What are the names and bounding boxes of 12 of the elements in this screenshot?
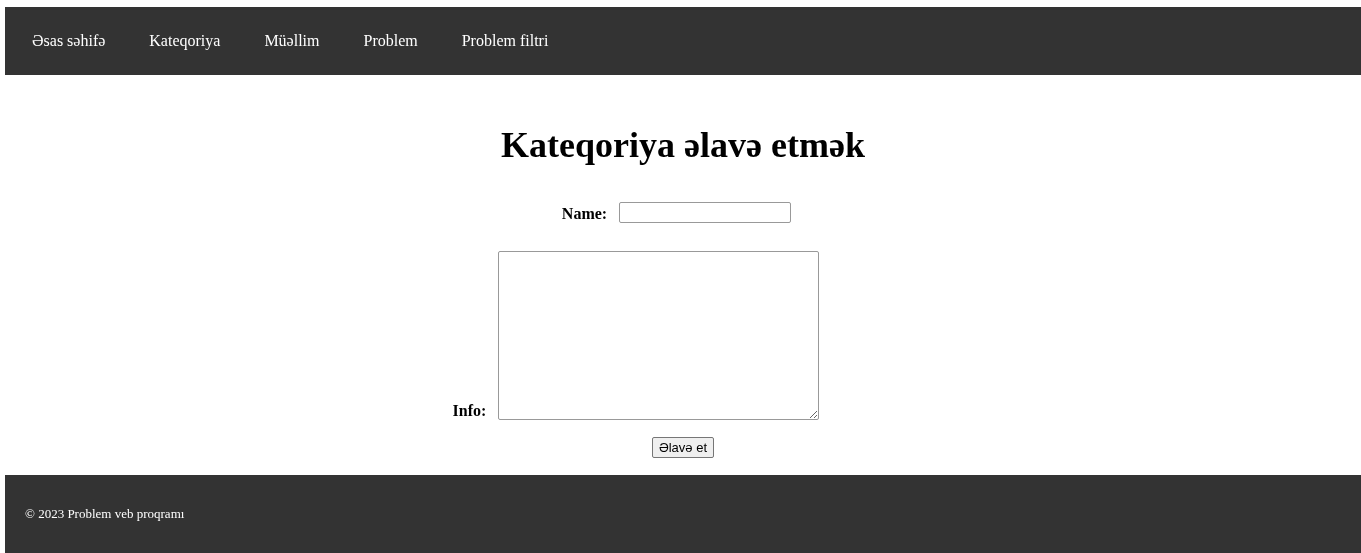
name-label: Name: [561, 205, 608, 223]
submit-button[interactable]: Əlavə et [651, 437, 715, 458]
info-field[interactable] [498, 251, 820, 420]
nav-link[interactable]: Kateqoriya [149, 32, 221, 50]
nav-link[interactable]: Müəllim [264, 32, 320, 50]
nav-link[interactable]: Problem filtri [461, 32, 549, 50]
page-title: Kateqoriya əlavə etmək [501, 125, 865, 165]
nav-link[interactable]: Problem [363, 32, 418, 50]
info-label: Info: [452, 402, 487, 420]
nav-link[interactable]: Əsas səhifə [32, 32, 106, 50]
footer-text: © 2023 Problem veb proqramı [25, 506, 185, 522]
name-field[interactable] [619, 202, 792, 223]
